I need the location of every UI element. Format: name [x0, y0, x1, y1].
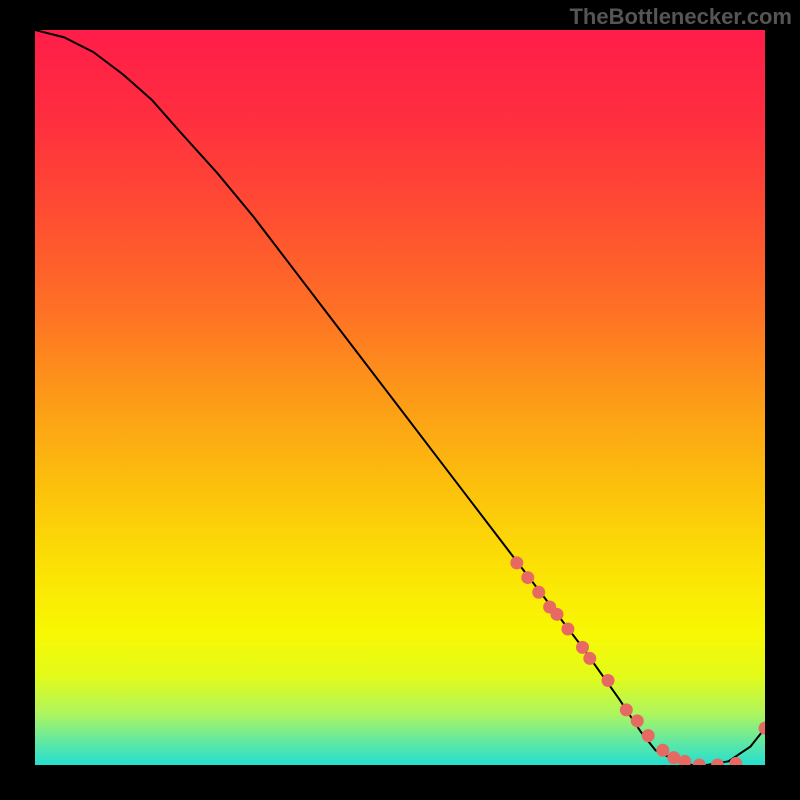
curve-marker	[656, 744, 669, 757]
plot-svg	[35, 30, 765, 765]
curve-marker	[550, 608, 563, 621]
watermark-text: TheBottlenecker.com	[569, 4, 792, 30]
curve-marker	[620, 703, 633, 716]
curve-marker	[576, 641, 589, 654]
chart-stage: TheBottlenecker.com	[0, 0, 800, 800]
plot-area	[35, 30, 765, 765]
curve-marker	[532, 586, 545, 599]
curve-marker	[631, 714, 644, 727]
curve-marker	[521, 571, 534, 584]
curve-marker	[583, 652, 596, 665]
curve-marker	[510, 556, 523, 569]
curve-marker	[642, 729, 655, 742]
curve-marker	[602, 674, 615, 687]
gradient-background	[35, 30, 765, 765]
curve-marker	[561, 623, 574, 636]
